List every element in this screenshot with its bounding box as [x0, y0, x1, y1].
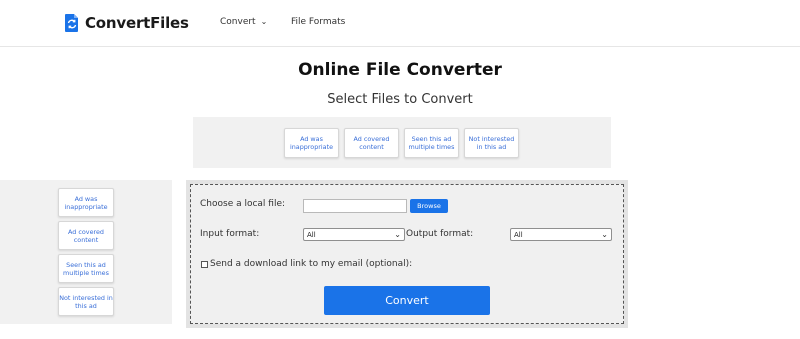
file-convert-icon	[65, 14, 78, 32]
nav-convert[interactable]: Convert ⌄	[220, 16, 268, 28]
input-format-value: All	[307, 230, 316, 239]
logo-text: ConvertFiles	[85, 14, 189, 32]
top-navbar: ConvertFiles Convert ⌄ File Formats	[0, 0, 800, 47]
ad-feedback-top: Ad was inappropriate Ad covered content …	[193, 117, 611, 168]
ad-feedback-seen-multiple[interactable]: Seen this ad multiple times	[58, 254, 114, 283]
chevron-down-icon: ⌄	[260, 16, 268, 26]
output-format-label: Output format:	[406, 229, 474, 239]
ad-feedback-left: Ad was inappropriate Ad covered content …	[0, 180, 172, 324]
ad-feedback-covered-content[interactable]: Ad covered content	[344, 128, 399, 158]
page-subtitle: Select Files to Convert	[327, 92, 473, 107]
ad-feedback-inappropriate[interactable]: Ad was inappropriate	[284, 128, 339, 158]
convert-button[interactable]: Convert	[324, 286, 490, 315]
choose-file-label: Choose a local file:	[200, 199, 286, 209]
ad-feedback-not-interested[interactable]: Not interested in this ad	[464, 128, 519, 158]
nav-file-formats[interactable]: File Formats	[291, 17, 345, 27]
chevron-down-icon: ⌄	[394, 230, 401, 239]
browse-button[interactable]: Browse	[410, 199, 448, 213]
input-format-label: Input format:	[200, 229, 260, 239]
site-logo[interactable]: ConvertFiles	[64, 13, 189, 33]
converter-panel: Choose a local file: Browse Input format…	[186, 180, 628, 328]
output-format-select[interactable]: All ⌄	[510, 228, 612, 241]
ad-feedback-inappropriate[interactable]: Ad was inappropriate	[58, 188, 114, 217]
chevron-down-icon: ⌄	[601, 230, 608, 239]
output-format-value: All	[514, 230, 523, 239]
ad-feedback-not-interested[interactable]: Not interested in this ad	[58, 287, 114, 316]
email-link-checkbox[interactable]	[201, 261, 208, 268]
page-title: Online File Converter	[298, 60, 502, 80]
nav-convert-label: Convert	[220, 17, 256, 27]
email-link-label: Send a download link to my email (option…	[210, 259, 413, 269]
converter-form: Choose a local file: Browse Input format…	[190, 184, 624, 324]
input-format-select[interactable]: All ⌄	[303, 228, 405, 241]
nav-file-formats-label: File Formats	[291, 17, 346, 27]
file-input[interactable]	[303, 199, 407, 213]
ad-feedback-seen-multiple[interactable]: Seen this ad multiple times	[404, 128, 459, 158]
ad-feedback-covered-content[interactable]: Ad covered content	[58, 221, 114, 250]
